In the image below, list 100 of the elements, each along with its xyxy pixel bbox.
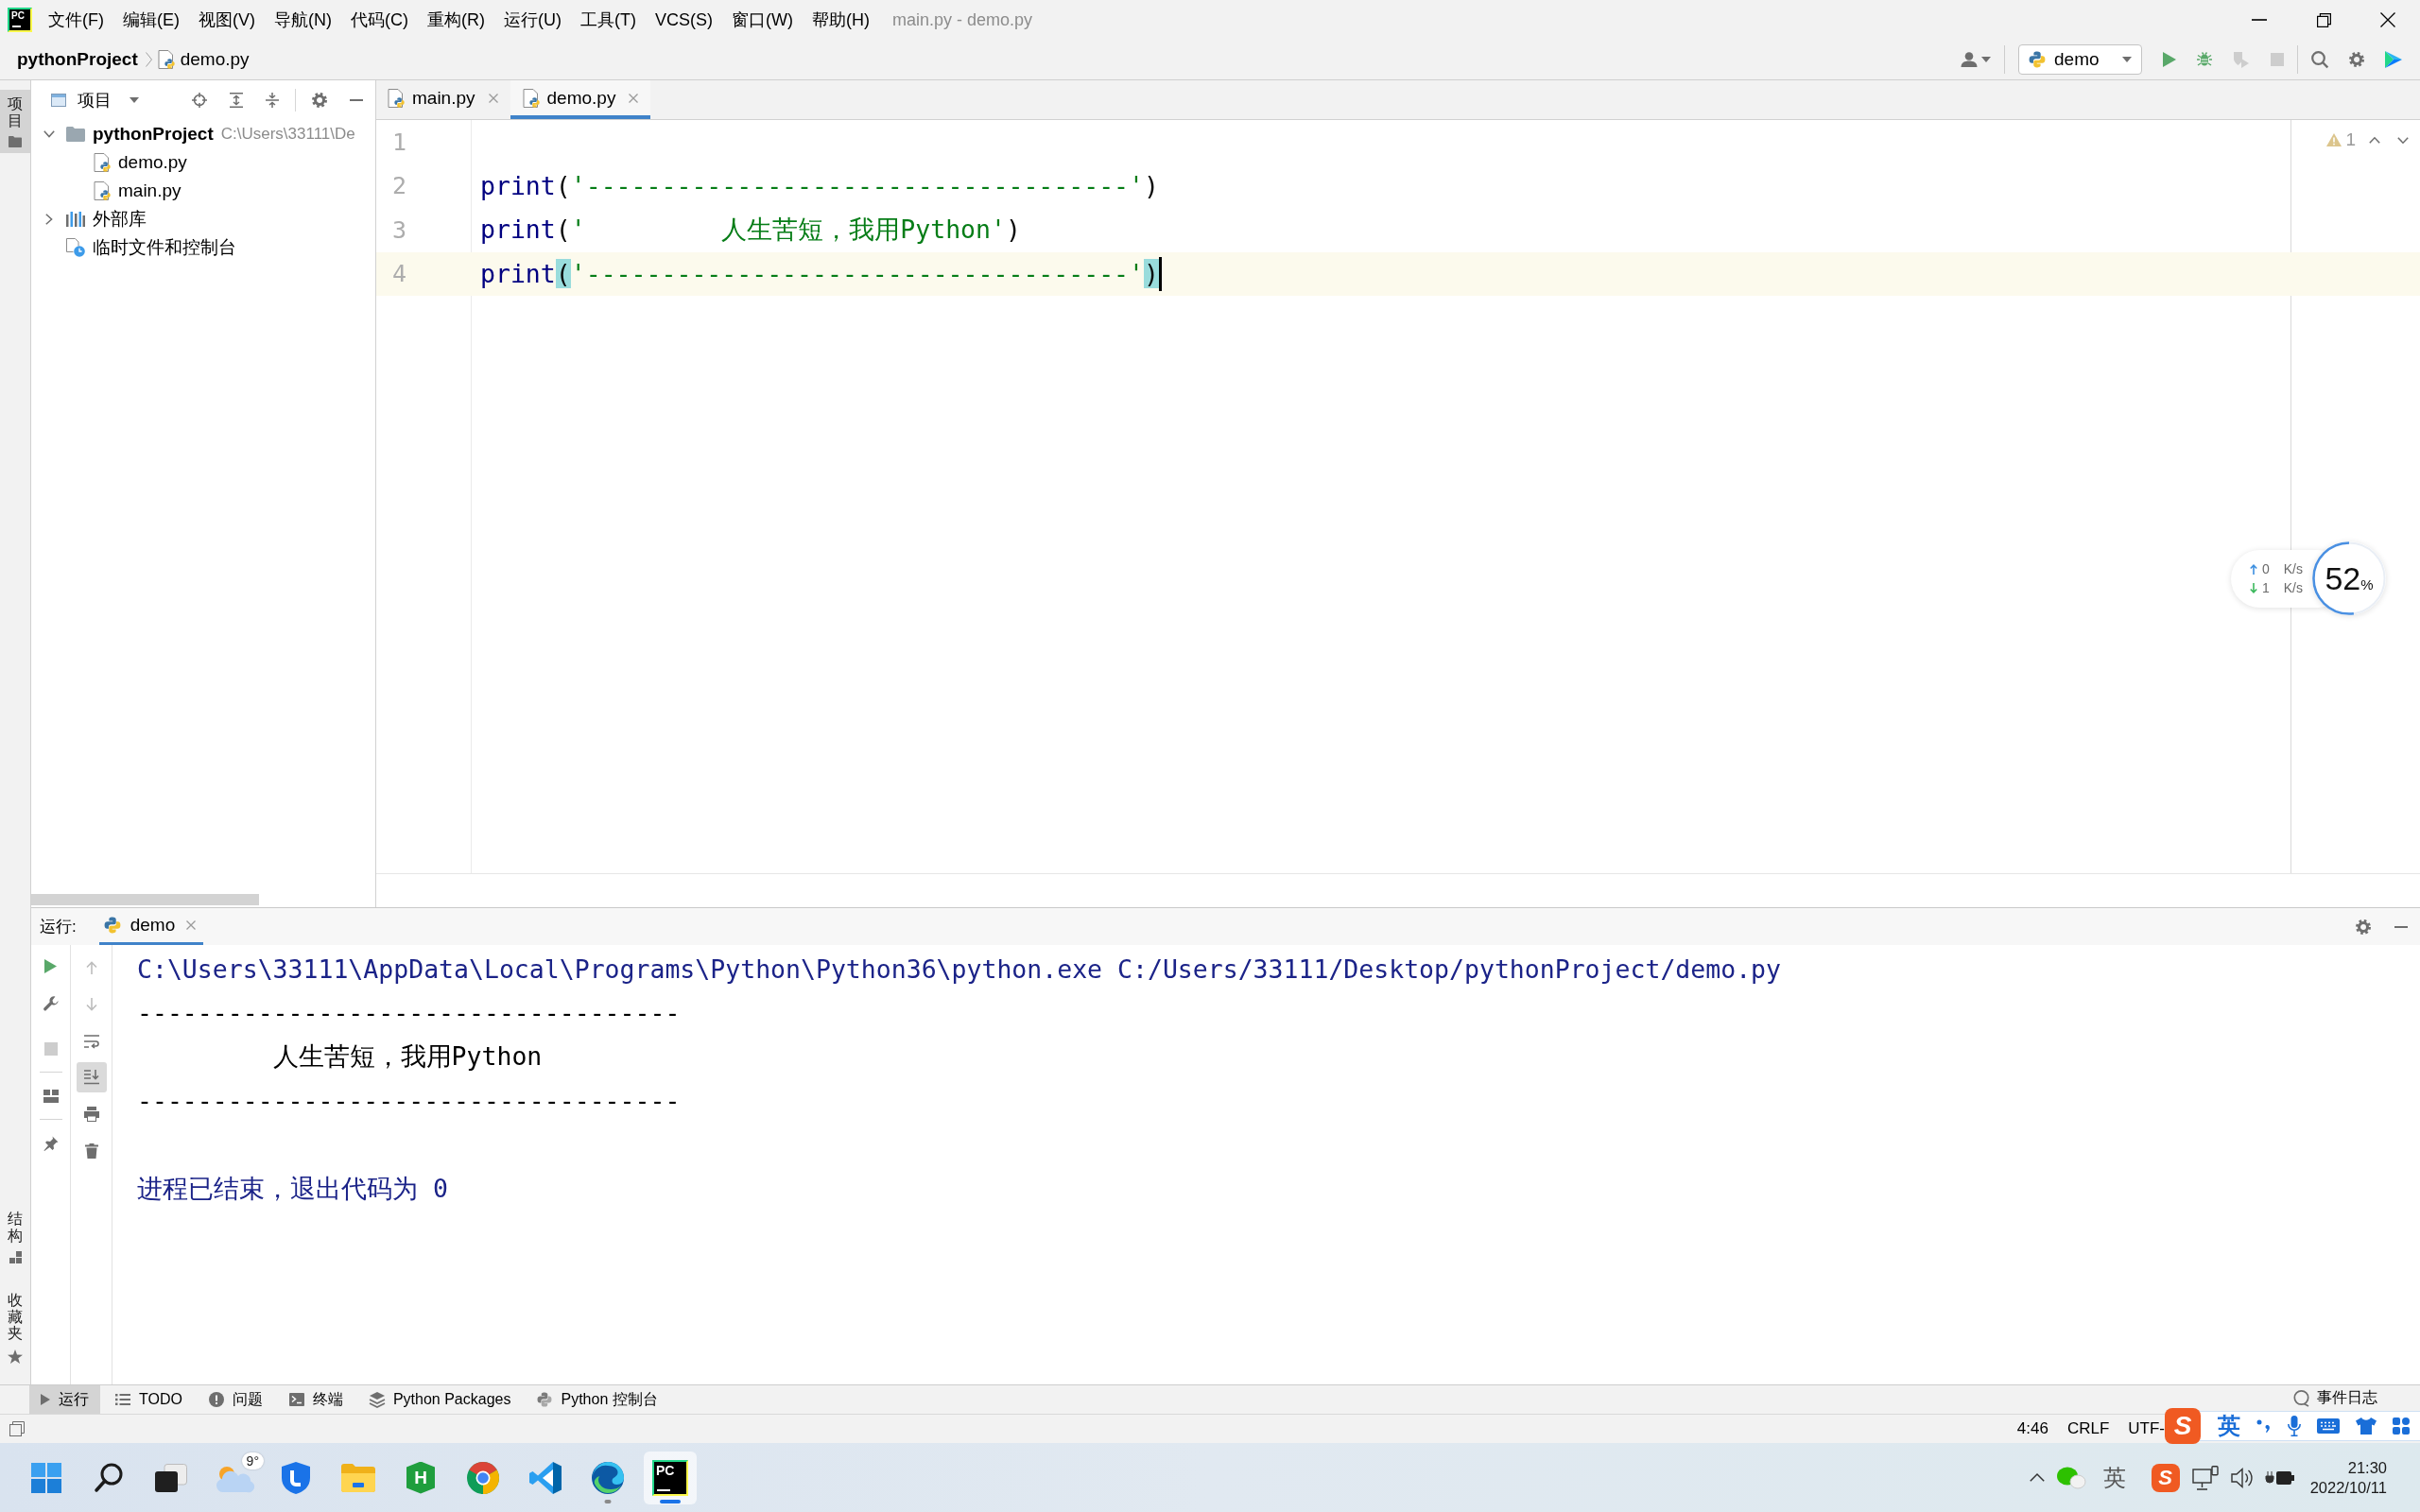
warning-icon bbox=[2326, 133, 2342, 146]
trash-icon[interactable] bbox=[84, 1143, 98, 1159]
four-squares-icon[interactable] bbox=[31, 1462, 61, 1493]
menu-item[interactable]: 窗口(W) bbox=[729, 6, 796, 34]
expand-all-icon[interactable] bbox=[230, 93, 243, 108]
play-icon[interactable] bbox=[2163, 52, 2176, 67]
tricolor-circle-icon[interactable] bbox=[467, 1461, 499, 1494]
microphone-icon[interactable] bbox=[2288, 1416, 2301, 1436]
printer-icon[interactable] bbox=[83, 1107, 99, 1122]
folder-icon[interactable] bbox=[341, 1463, 375, 1492]
editor-tab[interactable]: demo.py bbox=[510, 80, 651, 119]
app-logo[interactable]: PC bbox=[652, 1459, 688, 1496]
status-item[interactable]: UTF- bbox=[2128, 1419, 2165, 1438]
search-icon[interactable] bbox=[95, 1462, 123, 1493]
hide-icon[interactable] bbox=[2394, 925, 2408, 928]
overlapping-squares-icon[interactable] bbox=[155, 1463, 187, 1492]
status-item[interactable]: CRLF bbox=[2066, 1419, 2110, 1438]
window-toggle-icon[interactable] bbox=[9, 1421, 25, 1436]
wrench-icon[interactable] bbox=[43, 996, 59, 1011]
tree-item[interactable]: 外部库 bbox=[93, 207, 147, 232]
tree-item[interactable]: 临时文件和控制台 bbox=[93, 235, 236, 260]
person-icon[interactable] bbox=[1961, 52, 1978, 67]
chevron-down-icon[interactable] bbox=[2397, 136, 2409, 144]
console-line: ------------------------------------ bbox=[137, 1086, 681, 1116]
menu-item[interactable]: 工具(T) bbox=[578, 6, 639, 34]
menu-item[interactable]: 导航(N) bbox=[271, 6, 335, 34]
close-icon[interactable] bbox=[2380, 12, 2395, 27]
tool-window-button[interactable]: TODO bbox=[104, 1385, 194, 1414]
layout-icon[interactable] bbox=[43, 1090, 59, 1103]
tree-item[interactable]: main.py bbox=[118, 180, 182, 201]
menu-item[interactable]: 视图(V) bbox=[196, 6, 258, 34]
python-file-icon[interactable] bbox=[94, 153, 111, 172]
alert-icon bbox=[208, 1392, 224, 1407]
wave-logo-icon[interactable] bbox=[592, 1461, 624, 1494]
settings-icon[interactable] bbox=[312, 93, 327, 108]
menu-item[interactable]: 编辑(E) bbox=[120, 6, 182, 34]
chevron-down-icon[interactable] bbox=[43, 130, 55, 138]
keyboard-icon[interactable] bbox=[2317, 1418, 2340, 1434]
clock-date[interactable]: 2022/10/11 bbox=[2309, 1478, 2387, 1497]
tool-window-button[interactable]: Python Packages bbox=[357, 1385, 523, 1414]
apps-grid-icon[interactable] bbox=[2393, 1418, 2410, 1435]
event-log-button[interactable]: 事件日志 bbox=[2293, 1385, 2377, 1414]
console-line: 人生苦短，我用Python bbox=[272, 1040, 543, 1074]
tool-window-tab[interactable]: 收藏夹 bbox=[0, 1286, 30, 1369]
tool-window-button[interactable]: 问题 bbox=[197, 1385, 274, 1414]
input-mode-indicator[interactable]: 英 bbox=[2102, 1462, 2126, 1493]
menu-item[interactable]: 重构(R) bbox=[424, 6, 488, 34]
tool-window-tab[interactable]: 结构 bbox=[0, 1205, 30, 1270]
tree-item[interactable]: pythonProject bbox=[93, 124, 214, 145]
caret-icon[interactable] bbox=[1981, 57, 1991, 62]
tree-item[interactable]: demo.py bbox=[118, 152, 187, 173]
breadcrumb-item[interactable]: pythonProject bbox=[17, 49, 138, 70]
tool-window-tab[interactable]: 项目 bbox=[0, 90, 30, 154]
chevron-up-icon[interactable] bbox=[2369, 136, 2380, 144]
editor-tab[interactable]: main.py bbox=[376, 80, 510, 119]
run-tab[interactable]: demo bbox=[98, 908, 204, 945]
status-item[interactable]: 4:46 bbox=[2016, 1419, 2048, 1438]
console-line: 进程已结束，退出代码为 0 bbox=[137, 1172, 448, 1205]
python-logo-icon bbox=[2029, 51, 2046, 68]
taskbar-app-button[interactable]: PC bbox=[644, 1451, 697, 1504]
input-mode-toggle[interactable]: 英 bbox=[2218, 1415, 2240, 1437]
pin-icon[interactable] bbox=[43, 1136, 59, 1151]
settings-icon[interactable] bbox=[2349, 52, 2364, 67]
tool-window-button[interactable]: Python 控制台 bbox=[526, 1385, 669, 1414]
triangle-logo-icon[interactable] bbox=[2385, 51, 2402, 68]
horizontal-scrollbar[interactable] bbox=[31, 894, 259, 905]
library-icon bbox=[66, 212, 85, 227]
tool-window-button[interactable]: 运行 bbox=[29, 1385, 100, 1414]
settings-icon[interactable] bbox=[2356, 919, 2371, 935]
scroll-to-end-toggle[interactable] bbox=[76, 1062, 107, 1092]
shield-icon[interactable] bbox=[282, 1461, 310, 1494]
restore-icon[interactable] bbox=[2316, 12, 2331, 27]
chevron-up-icon[interactable] bbox=[2029, 1473, 2045, 1482]
clock-time[interactable]: 21:30 bbox=[2347, 1458, 2387, 1477]
speaker-icon[interactable] bbox=[2230, 1467, 2254, 1488]
soft-wrap-icon[interactable] bbox=[83, 1035, 99, 1048]
speed-unit: K/s bbox=[2283, 561, 2303, 576]
panel-title[interactable]: 项目 bbox=[78, 89, 112, 112]
menu-item[interactable]: 帮助(H) bbox=[808, 6, 873, 34]
breadcrumb-item[interactable]: demo.py bbox=[180, 49, 250, 70]
play-icon[interactable] bbox=[44, 958, 57, 973]
ribbon-logo-icon[interactable] bbox=[529, 1461, 562, 1494]
tool-window-button[interactable]: 终端 bbox=[277, 1385, 354, 1414]
collapse-all-icon[interactable] bbox=[266, 93, 279, 108]
run-config-dropdown[interactable]: demo bbox=[2018, 44, 2142, 75]
menu-item[interactable]: 运行(U) bbox=[501, 6, 564, 34]
monitor-plug-icon[interactable] bbox=[2191, 1465, 2219, 1490]
chevron-right-icon[interactable] bbox=[45, 214, 53, 225]
python-file-icon[interactable] bbox=[94, 181, 111, 200]
caret-icon[interactable] bbox=[130, 97, 139, 103]
play-icon bbox=[41, 1394, 50, 1405]
folder-icon bbox=[9, 136, 22, 148]
menu-item[interactable]: 文件(F) bbox=[45, 6, 107, 34]
bug-icon[interactable] bbox=[2197, 52, 2212, 67]
shirt-icon[interactable] bbox=[2356, 1418, 2377, 1435]
punctuation-icon[interactable] bbox=[2256, 1419, 2272, 1433]
menu-item[interactable]: VCS(S) bbox=[651, 7, 716, 33]
menu-item[interactable]: 代码(C) bbox=[348, 6, 411, 34]
crosshair-icon[interactable] bbox=[192, 93, 207, 108]
temperature-badge: 9° bbox=[241, 1452, 264, 1469]
